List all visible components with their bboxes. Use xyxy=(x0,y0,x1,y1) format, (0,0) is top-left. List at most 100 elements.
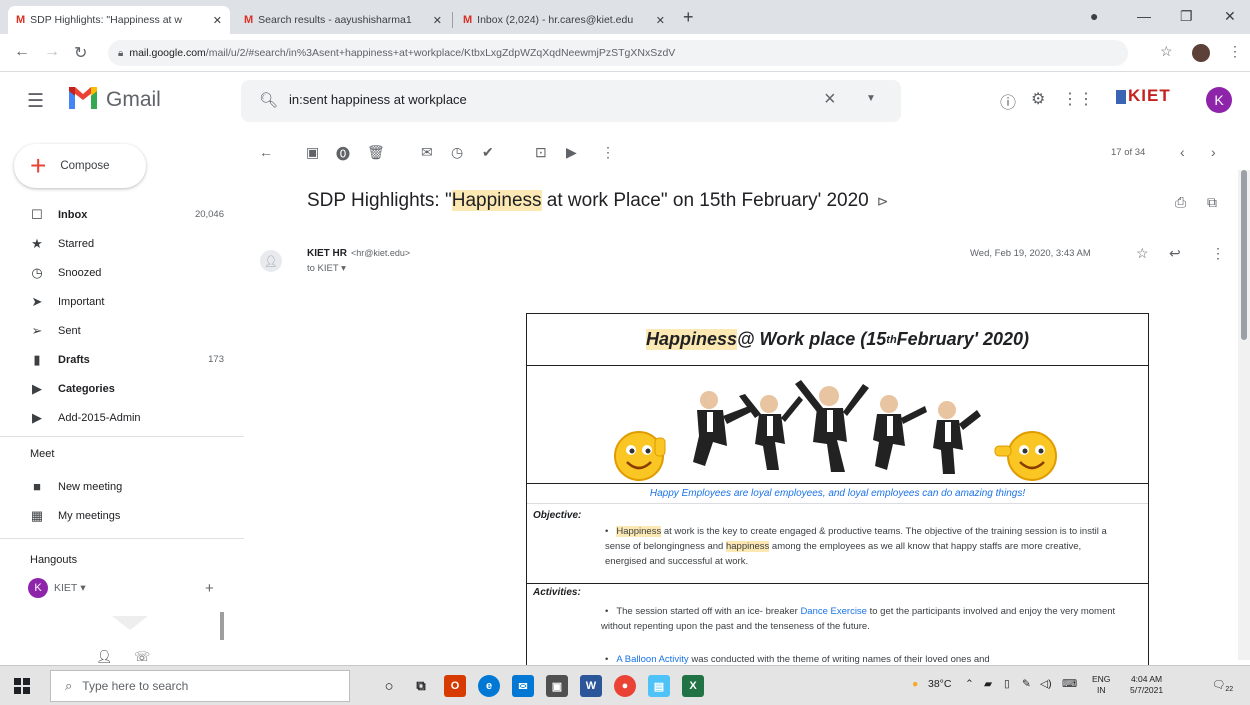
bullet-icon: • xyxy=(605,606,609,617)
important-icon: ➤ xyxy=(31,293,43,309)
apps-grid-icon[interactable]: ⋮⋮ xyxy=(1062,89,1094,109)
back-icon[interactable]: ← xyxy=(14,43,30,61)
maximize-icon[interactable]: ❐ xyxy=(1180,8,1193,25)
activity-link[interactable]: Dance Exercise xyxy=(800,606,867,617)
add-hangout-icon[interactable]: + xyxy=(205,580,214,597)
newer-chevron-icon[interactable]: ‹ xyxy=(1180,144,1185,160)
new-tab-icon[interactable]: + xyxy=(683,7,694,28)
back-to-list-icon[interactable]: ← xyxy=(259,144,273,160)
profile-dot-icon[interactable]: ● xyxy=(1090,8,1098,24)
store-app-icon[interactable]: ▣ xyxy=(546,675,568,697)
clock[interactable]: 4:04 AM 5/7/2021 xyxy=(1130,674,1163,696)
message-body-poster: Happiness @ Work place (15 th February' 2… xyxy=(526,313,1149,673)
sidebar-item-important[interactable]: ➤ Important xyxy=(0,287,240,316)
older-chevron-icon[interactable]: › xyxy=(1211,144,1216,160)
clear-search-icon[interactable]: × xyxy=(824,88,836,111)
snooze-icon[interactable]: ◷ xyxy=(451,144,463,161)
task-view-icon[interactable]: ⧉ xyxy=(410,675,432,697)
label-icon[interactable]: ▶ xyxy=(566,144,577,161)
move-to-icon[interactable]: ⊡ xyxy=(535,144,547,161)
sidebar-item-starred[interactable]: ★ Starred xyxy=(0,229,240,258)
keyboard-icon[interactable]: ⌨ xyxy=(1062,678,1077,690)
sidebar-scroll-thumb[interactable] xyxy=(220,612,224,640)
notification-icon[interactable]: 🗨︎22 xyxy=(1212,678,1233,693)
browser-tab-2[interactable]: M Search results - aayushisharma1 ✕ xyxy=(236,6,450,34)
sidebar-item-add-2015-admin[interactable]: ▶ Add-2015-Admin xyxy=(0,403,240,432)
more-options-icon[interactable]: ⋮ xyxy=(601,144,615,161)
poster-title-highlight: Happiness xyxy=(645,329,737,350)
sidebar-item-new-meeting[interactable]: ■ New meeting xyxy=(0,472,240,501)
star-icon[interactable]: ☆ xyxy=(1136,245,1149,262)
cortana-icon[interactable]: ○ xyxy=(378,675,400,697)
bookmark-star-icon[interactable]: ☆ xyxy=(1160,43,1173,60)
message-more-icon[interactable]: ⋮ xyxy=(1211,245,1225,262)
taskbar-search-input[interactable]: ⌕ Type here to search xyxy=(50,670,350,702)
search-input[interactable] xyxy=(289,92,789,107)
sidebar-item-snoozed[interactable]: ◷ Snoozed xyxy=(0,258,240,287)
bullet-icon: • xyxy=(605,654,609,665)
sidebar-item-categories[interactable]: ▶ Categories xyxy=(0,374,240,403)
add-task-icon[interactable]: ✔ xyxy=(482,144,494,161)
close-window-icon[interactable]: ✕ xyxy=(1224,8,1236,25)
account-avatar[interactable]: K xyxy=(1206,87,1232,113)
pen-icon[interactable]: ✎ xyxy=(1022,678,1031,690)
close-tab-icon[interactable]: ✕ xyxy=(433,14,442,27)
settings-gear-icon[interactable]: ⚙ xyxy=(1031,89,1045,109)
report-spam-icon[interactable]: ⓿ xyxy=(336,144,350,164)
mark-unread-icon[interactable]: ✉ xyxy=(421,144,433,161)
search-icon[interactable]: 🔍︎ xyxy=(259,91,278,109)
search-options-caret-icon[interactable]: ▼ xyxy=(866,93,876,104)
hangout-user[interactable]: K KIET ▾ xyxy=(28,578,86,598)
chrome-browser-icon[interactable]: ● xyxy=(614,675,636,697)
tray-chevron-icon[interactable]: ⌃ xyxy=(965,678,974,690)
poster-objective-block: Objective: • Happiness at work is the key… xyxy=(527,504,1148,584)
sidebar-item-label: Important xyxy=(58,295,105,308)
office-app-icon[interactable]: O xyxy=(444,675,466,697)
main-scroll-thumb[interactable] xyxy=(1241,170,1247,340)
print-icon[interactable]: ⎙ xyxy=(1175,194,1186,211)
important-marker-icon[interactable]: ⊳ xyxy=(877,193,889,209)
sidebar-item-inbox[interactable]: ☐ Inbox 20,046 xyxy=(0,200,240,229)
minimize-icon[interactable]: — xyxy=(1137,8,1151,24)
reload-icon[interactable]: ↻ xyxy=(74,43,87,63)
sidebar-item-sent[interactable]: ➢ Sent xyxy=(0,316,240,345)
archive-icon[interactable]: ▣ xyxy=(306,144,319,161)
language-indicator[interactable]: ENG IN xyxy=(1092,674,1110,696)
explorer-app-icon[interactable]: ▤ xyxy=(648,675,670,697)
poster-illustration xyxy=(527,366,1148,484)
volume-icon[interactable]: ◁) xyxy=(1040,678,1052,690)
draft-icon: ▮ xyxy=(33,351,41,367)
close-tab-icon[interactable]: ✕ xyxy=(213,14,222,27)
browser-tab-3[interactable]: M Inbox (2,024) - hr.cares@kiet.edu ✕ xyxy=(455,6,673,34)
bullet-icon: • xyxy=(605,526,609,537)
excel-app-icon[interactable]: X xyxy=(682,675,704,697)
objective-text: • Happiness at work is the key to create … xyxy=(605,524,1125,569)
battery-icon[interactable]: ▯ xyxy=(1004,678,1010,690)
main-menu-icon[interactable]: ☰ xyxy=(27,90,44,113)
profile-avatar-icon[interactable] xyxy=(1192,44,1210,62)
edge-browser-icon[interactable]: e xyxy=(478,675,500,697)
compose-button[interactable]: + Compose xyxy=(14,144,146,188)
person-icon[interactable]: 👤︎ xyxy=(96,649,113,665)
windows-start-icon[interactable] xyxy=(14,678,30,694)
reply-icon[interactable]: ↩ xyxy=(1169,245,1181,262)
main-scrollbar[interactable] xyxy=(1238,170,1250,660)
activity-link[interactable]: A Balloon Activity xyxy=(616,654,688,665)
forward-icon[interactable]: → xyxy=(44,43,60,61)
close-tab-icon[interactable]: ✕ xyxy=(656,14,665,27)
sidebar-item-my-meetings[interactable]: ▦ My meetings xyxy=(0,501,240,530)
sidebar-item-drafts[interactable]: ▮ Drafts 173 xyxy=(0,345,240,374)
delete-icon[interactable]: 🗑︎ xyxy=(367,144,385,161)
weather-temp[interactable]: 38°C xyxy=(928,678,951,690)
help-icon[interactable]: ⓘ xyxy=(1000,89,1016,113)
mail-app-icon[interactable]: ✉ xyxy=(512,675,534,697)
recipient-line[interactable]: to KIET ▾ xyxy=(307,263,346,274)
phone-icon[interactable]: ☏ xyxy=(134,649,150,665)
browser-tab-1[interactable]: M SDP Highlights: "Happiness at w ✕ xyxy=(8,6,230,34)
browser-menu-icon[interactable]: ⋮ xyxy=(1228,43,1242,60)
network-icon[interactable]: ▰ xyxy=(984,678,992,690)
open-new-window-icon[interactable]: ⧉ xyxy=(1207,194,1217,211)
word-app-icon[interactable]: W xyxy=(580,675,602,697)
org-logo[interactable]: KIET xyxy=(1116,86,1171,106)
url-input[interactable]: 🔒︎ mail.google.com/mail/u/2/#search/in%3… xyxy=(108,40,1128,66)
